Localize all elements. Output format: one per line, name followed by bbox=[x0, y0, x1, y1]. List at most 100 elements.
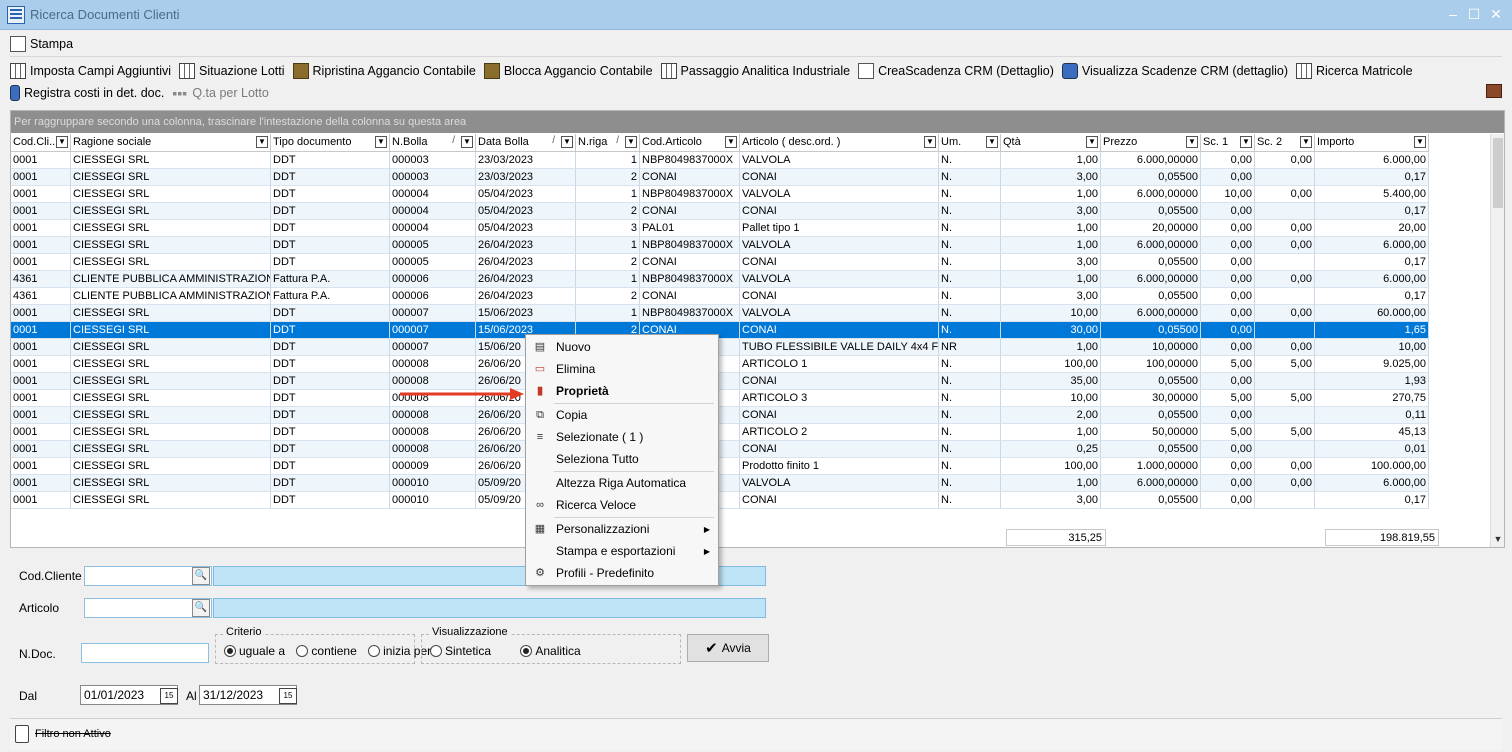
cell-ragione-sociale[interactable]: CIESSEGI SRL bbox=[71, 305, 271, 322]
menu-item-profili[interactable]: ⚙ Profili - Predefinito bbox=[526, 563, 718, 584]
cell-data-bolla[interactable]: 23/03/2023 bbox=[476, 152, 576, 169]
cell-tipo-documento[interactable]: DDT bbox=[271, 475, 390, 492]
cell-cod-cli[interactable]: 0001 bbox=[11, 152, 71, 169]
cell-ragione-sociale[interactable]: CIESSEGI SRL bbox=[71, 390, 271, 407]
cell-cod-cli[interactable]: 0001 bbox=[11, 424, 71, 441]
cell-prezzo[interactable]: 0,05500 bbox=[1101, 254, 1201, 271]
column-header-tipo-documento[interactable]: Tipo documento ▼ bbox=[271, 134, 390, 152]
cell-sc1[interactable]: 0,00 bbox=[1201, 475, 1255, 492]
crea-scadenza-button[interactable]: CreaScadenza CRM (Dettaglio) bbox=[858, 63, 1054, 79]
cell-ragione-sociale[interactable]: CIESSEGI SRL bbox=[71, 441, 271, 458]
cell-sc2[interactable]: 0,00 bbox=[1255, 237, 1315, 254]
cell-tipo-documento[interactable]: DDT bbox=[271, 203, 390, 220]
table-row[interactable]: 0001 CIESSEGI SRL DDT 000008 26/06/20 CONAI N.… bbox=[11, 441, 1429, 458]
cell-sc2[interactable]: 0,00 bbox=[1255, 339, 1315, 356]
cell-sc1[interactable]: 0,00 bbox=[1201, 169, 1255, 186]
cell-n-riga[interactable]: 2 bbox=[576, 288, 640, 305]
cell-prezzo[interactable]: 6.000,00000 bbox=[1101, 152, 1201, 169]
cell-importo[interactable]: 6.000,00 bbox=[1315, 152, 1429, 169]
cell-n-riga[interactable]: 1 bbox=[576, 186, 640, 203]
cell-prezzo[interactable]: 100,00000 bbox=[1101, 356, 1201, 373]
table-row[interactable]: 0001 CIESSEGI SRL DDT 000008 26/06/20 CONAI N.… bbox=[11, 407, 1429, 424]
cell-sc1[interactable]: 0,00 bbox=[1201, 203, 1255, 220]
cell-sc2[interactable]: 0,00 bbox=[1255, 220, 1315, 237]
qta-lotto-button[interactable]: ▪▪▪ Q.ta per Lotto bbox=[172, 85, 268, 101]
cell-um[interactable]: N. bbox=[939, 169, 1001, 186]
cell-ragione-sociale[interactable]: CIESSEGI SRL bbox=[71, 186, 271, 203]
group-by-area[interactable]: Per raggruppare secondo una colonna, tra… bbox=[11, 111, 1504, 133]
cell-importo[interactable]: 270,75 bbox=[1315, 390, 1429, 407]
cell-sc1[interactable]: 0,00 bbox=[1201, 288, 1255, 305]
cell-um[interactable]: N. bbox=[939, 390, 1001, 407]
criterio-uguale-radio[interactable]: uguale a bbox=[224, 644, 285, 658]
column-header-qta[interactable]: Qtà ▼ bbox=[1001, 134, 1101, 152]
column-filter-dropdown-icon[interactable]: ▼ bbox=[461, 136, 473, 148]
cell-importo[interactable]: 0,17 bbox=[1315, 288, 1429, 305]
cell-um[interactable]: N. bbox=[939, 441, 1001, 458]
cell-articolo[interactable]: CONAI bbox=[740, 288, 939, 305]
column-filter-dropdown-icon[interactable]: ▼ bbox=[625, 136, 637, 148]
cell-sc2[interactable] bbox=[1255, 288, 1315, 305]
column-filter-dropdown-icon[interactable]: ▼ bbox=[924, 136, 936, 148]
cell-data-bolla[interactable]: 26/04/2023 bbox=[476, 271, 576, 288]
cell-tipo-documento[interactable]: DDT bbox=[271, 441, 390, 458]
book-icon[interactable] bbox=[1486, 84, 1502, 98]
cell-articolo[interactable]: CONAI bbox=[740, 203, 939, 220]
passaggio-analitica-button[interactable]: Passaggio Analitica Industriale bbox=[660, 63, 850, 79]
cell-ragione-sociale[interactable]: CLIENTE PUBBLICA AMMINISTRAZIONE bbox=[71, 288, 271, 305]
cell-sc1[interactable]: 0,00 bbox=[1201, 322, 1255, 339]
ripristina-aggancio-button[interactable]: Ripristina Aggancio Contabile bbox=[292, 63, 476, 79]
menu-item-altezza-riga[interactable]: Altezza Riga Automatica bbox=[526, 473, 718, 494]
cell-articolo[interactable]: CONAI bbox=[740, 254, 939, 271]
cell-qta[interactable]: 1,00 bbox=[1001, 475, 1101, 492]
cell-n-riga[interactable]: 3 bbox=[576, 220, 640, 237]
cell-importo[interactable]: 60.000,00 bbox=[1315, 305, 1429, 322]
cell-prezzo[interactable]: 0,05500 bbox=[1101, 492, 1201, 509]
column-filter-dropdown-icon[interactable]: ▼ bbox=[375, 136, 387, 148]
cell-importo[interactable]: 45,13 bbox=[1315, 424, 1429, 441]
cell-sc2[interactable] bbox=[1255, 169, 1315, 186]
cell-ragione-sociale[interactable]: CIESSEGI SRL bbox=[71, 169, 271, 186]
menu-item-proprieta[interactable]: ▮ Proprietà bbox=[526, 381, 718, 402]
cell-um[interactable]: N. bbox=[939, 356, 1001, 373]
cell-qta[interactable]: 2,00 bbox=[1001, 407, 1101, 424]
avvia-button[interactable]: ✔ Avvia bbox=[687, 634, 769, 662]
cell-prezzo[interactable]: 6.000,00000 bbox=[1101, 305, 1201, 322]
cell-n-riga[interactable]: 1 bbox=[576, 237, 640, 254]
cell-tipo-documento[interactable]: DDT bbox=[271, 237, 390, 254]
table-row[interactable]: 0001 CIESSEGI SRL DDT 000008 26/06/20 ARTICOL… bbox=[11, 356, 1429, 373]
table-row[interactable]: 4361 CLIENTE PUBBLICA AMMINISTRAZIONE Fatt… bbox=[11, 288, 1429, 305]
cell-prezzo[interactable]: 1.000,00000 bbox=[1101, 458, 1201, 475]
cell-data-bolla[interactable]: 26/04/2023 bbox=[476, 237, 576, 254]
cell-qta[interactable]: 3,00 bbox=[1001, 492, 1101, 509]
cell-qta[interactable]: 1,00 bbox=[1001, 424, 1101, 441]
cell-qta[interactable]: 3,00 bbox=[1001, 288, 1101, 305]
cell-n-bolla[interactable]: 000004 bbox=[390, 203, 476, 220]
cell-importo[interactable]: 9.025,00 bbox=[1315, 356, 1429, 373]
cell-sc2[interactable] bbox=[1255, 254, 1315, 271]
cell-n-bolla[interactable]: 000007 bbox=[390, 339, 476, 356]
column-header-importo[interactable]: Importo ▼ bbox=[1315, 134, 1429, 152]
cell-qta[interactable]: 100,00 bbox=[1001, 458, 1101, 475]
cell-sc1[interactable]: 0,00 bbox=[1201, 492, 1255, 509]
cell-prezzo[interactable]: 6.000,00000 bbox=[1101, 237, 1201, 254]
cell-importo[interactable]: 1,65 bbox=[1315, 322, 1429, 339]
menu-item-nuovo[interactable]: ▤ Nuovo bbox=[526, 337, 718, 358]
imposta-campi-button[interactable]: Imposta Campi Aggiuntivi bbox=[10, 63, 171, 79]
cell-qta[interactable]: 1,00 bbox=[1001, 271, 1101, 288]
column-header-data-bolla[interactable]: Data Bolla / ▼ bbox=[476, 134, 576, 152]
cell-um[interactable]: N. bbox=[939, 475, 1001, 492]
grid-vertical-scrollbar[interactable]: ▼ bbox=[1490, 134, 1504, 547]
cell-articolo[interactable]: VALVOLA bbox=[740, 271, 939, 288]
cell-data-bolla[interactable]: 26/04/2023 bbox=[476, 254, 576, 271]
cell-data-bolla[interactable]: 05/04/2023 bbox=[476, 186, 576, 203]
column-header-articolo[interactable]: Articolo ( desc.ord. ) ▼ bbox=[740, 134, 939, 152]
column-header-n-riga[interactable]: N.riga / ▼ bbox=[576, 134, 640, 152]
cell-sc1[interactable]: 5,00 bbox=[1201, 356, 1255, 373]
cell-cod-cli[interactable]: 0001 bbox=[11, 356, 71, 373]
cell-n-bolla[interactable]: 000007 bbox=[390, 305, 476, 322]
table-row[interactable]: 0001 CIESSEGI SRL DDT 000010 05/09/20 CONAI N.… bbox=[11, 492, 1429, 509]
cell-cod-cli[interactable]: 0001 bbox=[11, 475, 71, 492]
cell-sc2[interactable] bbox=[1255, 492, 1315, 509]
cell-cod-cli[interactable]: 0001 bbox=[11, 339, 71, 356]
